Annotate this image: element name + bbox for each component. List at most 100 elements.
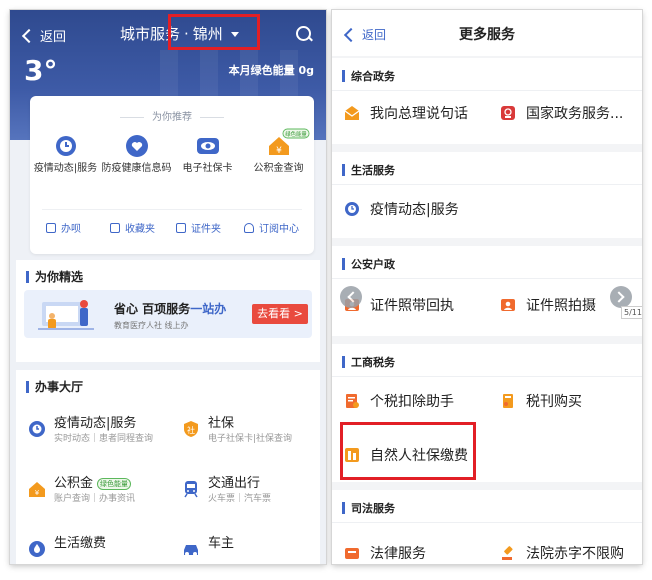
service-tax-deduction[interactable]: 个税扣除助手	[344, 386, 454, 416]
heading-bar	[342, 258, 345, 270]
service-tax-journal[interactable]: 税刊购买	[500, 386, 582, 416]
clock-icon	[54, 134, 78, 158]
heading-bar	[342, 164, 345, 176]
hall-item-title-text: 公积金	[54, 476, 94, 491]
recommend-item-fund[interactable]: ¥ 绿色能量 公积金查询	[243, 128, 314, 176]
shortcut-subscriptions[interactable]: 订阅中心	[244, 220, 299, 235]
recommend-item-social-card[interactable]: 电子社保卡	[172, 134, 243, 176]
featured-banner[interactable]: 省心 百项服务一站办 教育医疗人社 线上办 去看看 >	[24, 290, 312, 338]
shortcut-label: 收藏夹	[125, 224, 155, 235]
divider	[332, 522, 642, 523]
energy-label: 本月绿色能量	[228, 64, 295, 77]
banner-subtitle: 教育医疗人社 线上办	[114, 321, 189, 330]
hall-item-title: 生活缴费	[54, 536, 107, 551]
bell-icon	[244, 222, 254, 233]
section-title: 公安户政	[351, 258, 395, 271]
featured-heading: 为你精选	[26, 268, 83, 285]
service-label: 国家政务服务...	[526, 106, 624, 122]
hall-item-title: 疫情动态|服务	[54, 416, 137, 431]
house-yuan-icon: ¥ 绿色能量	[267, 128, 310, 158]
heading-bar	[342, 356, 345, 368]
temperature: 3°	[24, 54, 58, 87]
scales-icon	[344, 545, 360, 561]
receipt-icon	[344, 393, 360, 409]
banner-title: 省心 百项服务一站办	[114, 300, 226, 317]
back-label: 返回	[40, 30, 67, 45]
emblem-icon	[500, 105, 516, 121]
hall-item-car-owner[interactable]: 车主	[176, 530, 326, 564]
divider	[42, 209, 302, 210]
hall-item-fund[interactable]: ¥ 公积金 绿色能量 账户查询｜办事资讯	[22, 470, 172, 510]
section-title: 生活服务	[351, 164, 395, 177]
service-label: 个税扣除助手	[370, 394, 454, 410]
shortcut-favorites[interactable]: 收藏夹	[110, 220, 155, 235]
hall-item-sub: 账户查询｜办事资讯	[54, 494, 136, 504]
clock-icon	[28, 420, 46, 438]
heart-shield-icon	[125, 134, 149, 158]
service-label: 法律服务	[370, 546, 426, 562]
hall-item-title: 交通出行	[208, 476, 261, 491]
house-yuan-icon: ¥	[28, 480, 46, 498]
hall-item-utilities[interactable]: 生活缴费	[22, 530, 172, 564]
section-title: 司法服务	[351, 502, 395, 515]
more-services-screen: 返回 更多服务 综合政务 我向总理说句话 国家政务服务... 生活服务 疫情动态…	[332, 10, 642, 564]
service-message-premier[interactable]: 我向总理说句话	[344, 98, 468, 128]
go-see-button[interactable]: 去看看 >	[252, 304, 308, 324]
recommend-item-epidemic[interactable]: 疫情动态|服务	[30, 134, 101, 176]
green-energy-badge: 绿色能量	[282, 128, 310, 139]
section-title: 办事大厅	[35, 380, 84, 394]
banner-title-a: 省心 百项服务	[114, 302, 191, 316]
service-label: 疫情动态|服务	[370, 202, 459, 218]
shortcut-banbei[interactable]: 办呗	[46, 220, 81, 235]
shield-icon: 社	[182, 420, 200, 438]
section-heading: 司法服务	[342, 500, 395, 516]
divider	[332, 376, 642, 377]
service-court[interactable]: 法院赤字不限购	[500, 538, 624, 564]
service-label: 证件照拍摄	[526, 298, 596, 314]
service-legal[interactable]: 法律服务	[344, 538, 426, 564]
page-indicator: 5/11	[621, 306, 642, 319]
carousel-next-button[interactable]	[610, 286, 632, 308]
more-services-header: 返回 更多服务	[332, 10, 642, 56]
shortcut-label: 证件夹	[191, 224, 221, 235]
clock-icon	[344, 201, 360, 217]
heading-bar	[342, 70, 345, 82]
hall-item-epidemic[interactable]: 疫情动态|服务 实时动态｜患者同程查询	[22, 410, 172, 450]
service-epidemic[interactable]: 疫情动态|服务	[344, 194, 459, 224]
chevron-left-icon	[21, 28, 37, 43]
service-label: 我向总理说句话	[370, 106, 468, 122]
shortcut-label: 订阅中心	[259, 224, 299, 235]
hall-item-sub: 电子社保卡|社保查询	[208, 434, 293, 444]
hall-item-social-security[interactable]: 社 社保 电子社保卡|社保查询	[176, 410, 326, 450]
recommend-item-health-code[interactable]: 防疫健康信息码	[101, 134, 172, 176]
service-id-photo-shoot[interactable]: 证件照拍摄	[500, 290, 596, 320]
featured-section: 为你精选 省心 百项服务一站办 教育医疗人社 线上办 去看看 >	[16, 260, 320, 362]
service-national-gov[interactable]: 国家政务服务...	[500, 98, 623, 128]
eye-card-icon	[196, 134, 220, 158]
green-energy: 本月绿色能量 0g	[229, 62, 314, 78]
section-heading: 公安户政	[342, 256, 395, 272]
heading-bar	[26, 380, 29, 393]
shortcut-cards[interactable]: 证件夹	[176, 220, 221, 235]
recommend-label: 防疫健康信息码	[101, 163, 172, 174]
back-button[interactable]: 返回	[21, 26, 67, 45]
service-label: 法院赤字不限购	[526, 546, 624, 562]
hall-item-transport[interactable]: 交通出行 火车票｜汽车票	[176, 470, 326, 510]
document-icon	[46, 222, 56, 233]
recommend-heading: 为你推荐	[30, 108, 314, 123]
hall-item-sub: 火车票｜汽车票	[208, 494, 272, 504]
carousel-prev-button[interactable]	[340, 286, 362, 308]
shortcut-label: 办呗	[61, 224, 81, 235]
train-icon	[182, 480, 200, 498]
car-icon	[182, 540, 200, 558]
hall-item-title: 车主	[208, 536, 235, 551]
search-icon[interactable]	[296, 26, 311, 41]
page-title: 更多服务	[459, 27, 515, 43]
heading-bar	[26, 270, 29, 283]
section-judicial: 司法服务 法律服务 法院赤字不限购	[332, 490, 642, 564]
green-energy-badge: 绿色能量	[97, 477, 132, 490]
hall-heading: 办事大厅	[26, 378, 83, 395]
envelope-icon	[344, 105, 360, 121]
hall-item-title: 社保	[208, 416, 235, 431]
people-illustration-icon	[38, 294, 94, 332]
